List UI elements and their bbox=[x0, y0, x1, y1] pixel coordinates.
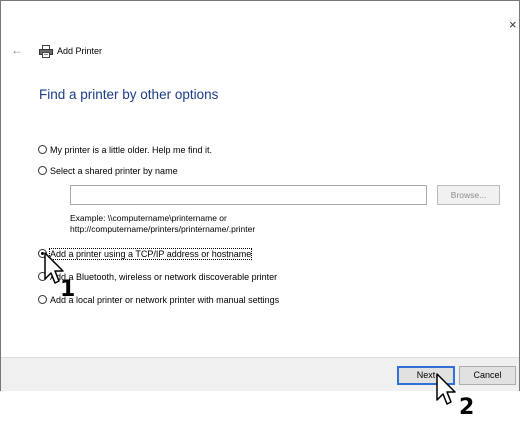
option-bluetooth-label: Add a Bluetooth, wireless or network dis… bbox=[50, 272, 278, 282]
option-shared-printer[interactable]: Select a shared printer by name bbox=[38, 165, 178, 177]
window-title: Add Printer bbox=[57, 46, 103, 56]
page-heading: Find a printer by other options bbox=[39, 87, 219, 102]
option-shared-printer-label: Select a shared printer by name bbox=[50, 166, 178, 176]
option-tcpip[interactable]: Add a printer using a TCP/IP address or … bbox=[38, 248, 253, 260]
example-text-line2: http://computername/printers/printername… bbox=[70, 224, 256, 234]
example-text-line1: Example: \\computername\printername or bbox=[70, 213, 227, 223]
radio-shared-printer[interactable] bbox=[38, 166, 47, 175]
option-local-label: Add a local printer or network printer w… bbox=[50, 295, 280, 305]
mouse-pointer-icon bbox=[436, 373, 456, 405]
back-arrow-icon[interactable]: ← bbox=[11, 44, 23, 56]
option-older-printer-label: My printer is a little older. Help me fi… bbox=[50, 145, 213, 155]
add-printer-dialog: × ← Add Printer Find a printer by other … bbox=[0, 0, 520, 391]
step-number-1: 1 bbox=[60, 277, 76, 302]
cancel-button[interactable]: Cancel bbox=[459, 366, 516, 385]
option-tcpip-label: Add a printer using a TCP/IP address or … bbox=[48, 248, 253, 260]
printer-icon bbox=[39, 45, 53, 58]
radio-older-printer[interactable] bbox=[38, 145, 47, 154]
option-older-printer[interactable]: My printer is a little older. Help me fi… bbox=[38, 144, 212, 156]
shared-printer-name-input[interactable] bbox=[70, 185, 427, 205]
step-number-2: 2 bbox=[459, 395, 475, 420]
browse-button: Browse... bbox=[437, 185, 500, 205]
radio-local[interactable] bbox=[38, 295, 47, 304]
close-icon[interactable]: × bbox=[509, 18, 517, 31]
